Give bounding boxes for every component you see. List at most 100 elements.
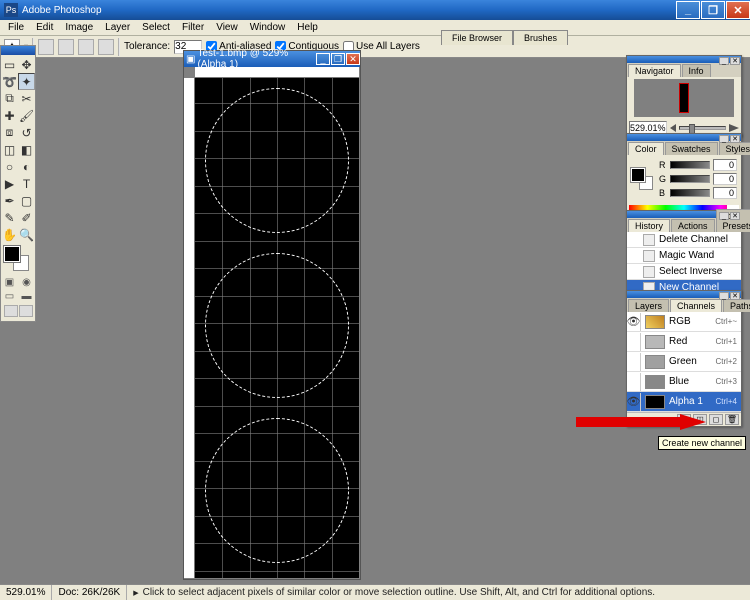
document-titlebar[interactable]: ▣ Test-1.bmp @ 529% (Alpha 1) _ ❐ ✕ — [184, 51, 360, 67]
b-input[interactable] — [713, 187, 737, 199]
menu-filter[interactable]: Filter — [176, 21, 210, 34]
lasso-tool-icon[interactable]: ➰ — [1, 73, 18, 90]
history-tab[interactable]: History — [628, 219, 670, 232]
type-tool-icon[interactable]: T — [18, 175, 35, 192]
menu-edit[interactable]: Edit — [30, 21, 59, 34]
channel-row[interactable]: 👁 Alpha 1 Ctrl+4 — [627, 392, 741, 412]
panel-close-button[interactable]: ✕ — [730, 135, 740, 143]
visibility-eye-icon[interactable] — [627, 353, 641, 371]
panel-close-button[interactable]: ✕ — [730, 57, 740, 65]
panel-minimize-button[interactable]: _ — [719, 57, 729, 65]
zoom-in-icon[interactable] — [729, 124, 739, 132]
minimize-button[interactable]: _ — [676, 1, 700, 19]
file-browser-tab[interactable]: File Browser — [441, 30, 513, 45]
actions-tab[interactable]: Actions — [671, 219, 715, 232]
visibility-eye-icon[interactable] — [627, 333, 641, 351]
menu-window[interactable]: Window — [244, 21, 292, 34]
foreground-color-swatch[interactable] — [4, 246, 20, 262]
color-tab[interactable]: Color — [628, 142, 664, 155]
subtract-selection-icon[interactable] — [78, 39, 94, 55]
move-tool-icon[interactable]: ✥ — [18, 56, 35, 73]
pen-tool-icon[interactable]: ✒ — [1, 192, 18, 209]
doc-maximize-button[interactable]: ❐ — [331, 53, 345, 65]
new-selection-icon[interactable] — [38, 39, 54, 55]
zoom-slider[interactable] — [679, 126, 726, 130]
path-selection-tool-icon[interactable]: ▶ — [1, 175, 18, 192]
quickmask-mode-icon[interactable]: ◉ — [18, 275, 35, 289]
doc-minimize-button[interactable]: _ — [316, 53, 330, 65]
history-brush-tool-icon[interactable]: ↺ — [18, 124, 35, 141]
save-selection-icon[interactable]: ◫ — [693, 414, 707, 425]
notes-tool-icon[interactable]: ✎ — [1, 209, 18, 226]
channel-row[interactable]: Blue Ctrl+3 — [627, 372, 741, 392]
brush-tool-icon[interactable]: 🖌 — [18, 107, 35, 124]
toolbox-header[interactable] — [1, 46, 35, 55]
history-item[interactable]: Select Inverse — [627, 264, 741, 280]
menu-image[interactable]: Image — [59, 21, 99, 34]
healing-brush-tool-icon[interactable]: ✚ — [1, 107, 18, 124]
load-selection-icon[interactable]: ○ — [677, 414, 691, 425]
color-fgbg-swatches[interactable] — [631, 168, 653, 190]
g-slider[interactable] — [670, 175, 710, 183]
navigator-tab[interactable]: Navigator — [628, 64, 681, 77]
swatches-tab[interactable]: Swatches — [665, 142, 718, 155]
slice-tool-icon[interactable]: ✂ — [18, 90, 35, 107]
create-new-channel-icon[interactable]: ◻ — [709, 414, 723, 425]
info-tab[interactable]: Info — [682, 64, 711, 77]
screen-mode-1-icon[interactable]: ▭ — [1, 289, 18, 303]
channel-row[interactable]: Green Ctrl+2 — [627, 352, 741, 372]
menu-select[interactable]: Select — [136, 21, 176, 34]
channel-row[interactable]: 👁 RGB Ctrl+~ — [627, 312, 741, 332]
standard-mode-icon[interactable]: ▣ — [1, 275, 18, 289]
visibility-eye-icon[interactable] — [627, 373, 641, 391]
status-zoom[interactable]: 529.01% — [0, 585, 52, 600]
menu-file[interactable]: File — [2, 21, 30, 34]
styles-tab[interactable]: Styles — [719, 142, 750, 155]
r-slider[interactable] — [670, 161, 710, 169]
navigator-thumbnail[interactable] — [634, 79, 734, 117]
delete-channel-icon[interactable]: 🗑 — [725, 414, 739, 425]
add-selection-icon[interactable] — [58, 39, 74, 55]
crop-tool-icon[interactable]: ⧉ — [1, 90, 18, 107]
b-slider[interactable] — [670, 189, 710, 197]
brushes-tab[interactable]: Brushes — [513, 30, 568, 45]
gradient-tool-icon[interactable]: ◧ — [18, 141, 35, 158]
g-input[interactable] — [713, 173, 737, 185]
panel-close-button[interactable]: ✕ — [730, 212, 740, 220]
blur-tool-icon[interactable]: ○ — [1, 158, 18, 175]
intersect-selection-icon[interactable] — [98, 39, 114, 55]
zoom-out-icon[interactable] — [670, 124, 676, 132]
ruler-vertical[interactable] — [184, 78, 195, 578]
menu-help[interactable]: Help — [291, 21, 324, 34]
document-canvas[interactable] — [195, 78, 359, 578]
panel-minimize-button[interactable]: _ — [719, 135, 729, 143]
panel-minimize-button[interactable]: _ — [719, 292, 729, 300]
r-input[interactable] — [713, 159, 737, 171]
jump-to-imageready-icon[interactable] — [19, 305, 33, 317]
layers-tab[interactable]: Layers — [628, 299, 669, 312]
doc-close-button[interactable]: ✕ — [346, 53, 360, 65]
hand-tool-icon[interactable]: ✋ — [1, 226, 18, 243]
marquee-tool-icon[interactable]: ▭ — [1, 56, 18, 73]
visibility-eye-icon[interactable]: 👁 — [627, 313, 641, 331]
visibility-eye-icon[interactable]: 👁 — [627, 393, 641, 411]
screen-mode-3-icon[interactable] — [4, 305, 18, 317]
paths-tab[interactable]: Paths — [723, 299, 750, 312]
history-item[interactable]: Magic Wand — [627, 248, 741, 264]
dodge-tool-icon[interactable]: ◐ — [18, 158, 35, 175]
status-doc-size[interactable]: Doc: 26K/26K — [52, 585, 127, 600]
eyedropper-tool-icon[interactable]: ✐ — [18, 209, 35, 226]
panel-minimize-button[interactable]: _ — [719, 212, 729, 220]
maximize-button[interactable]: ❐ — [701, 1, 725, 19]
menu-view[interactable]: View — [210, 21, 244, 34]
eraser-tool-icon[interactable]: ◫ — [1, 141, 18, 158]
magic-wand-tool-icon[interactable]: ✦ — [18, 73, 35, 90]
screen-mode-2-icon[interactable]: ▬ — [18, 289, 35, 303]
menu-layer[interactable]: Layer — [99, 21, 136, 34]
clone-stamp-tool-icon[interactable]: ⧈ — [1, 124, 18, 141]
ruler-horizontal[interactable] — [195, 67, 359, 78]
shape-tool-icon[interactable]: ▢ — [18, 192, 35, 209]
history-item[interactable]: Delete Channel — [627, 232, 741, 248]
channel-row[interactable]: Red Ctrl+1 — [627, 332, 741, 352]
panel-close-button[interactable]: ✕ — [730, 292, 740, 300]
